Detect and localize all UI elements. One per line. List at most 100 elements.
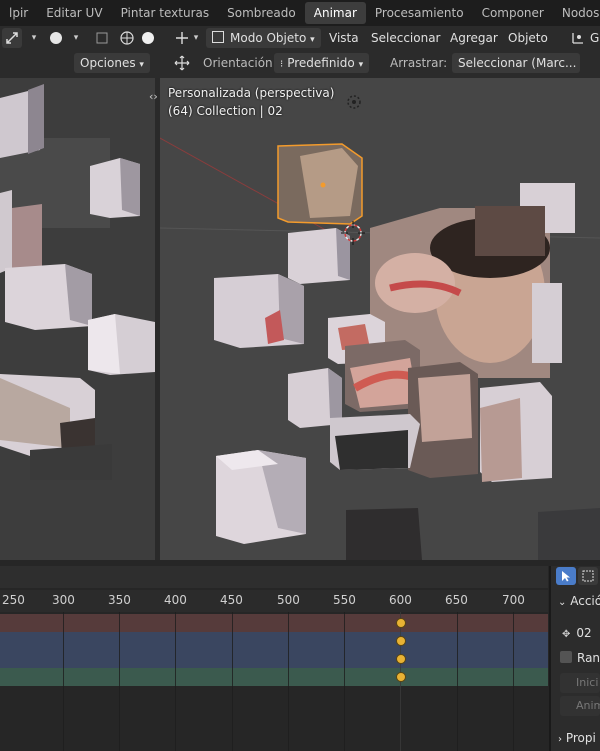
frame-gridline xyxy=(175,612,176,751)
keyframe[interactable] xyxy=(396,672,406,682)
options-label: Opciones xyxy=(80,56,136,70)
view-name: Personalizada (perspectiva) xyxy=(168,86,335,100)
frame-tick: 350 xyxy=(108,593,131,607)
cube xyxy=(538,508,600,560)
frame-tick: 400 xyxy=(164,593,187,607)
anim-field[interactable]: Anim xyxy=(560,696,600,716)
frame-gridline xyxy=(119,612,120,751)
solid-shading-icon[interactable] xyxy=(138,28,158,48)
orientation-axis-icon: ⁝ xyxy=(280,59,284,70)
chevron-down-icon[interactable]: ▾ xyxy=(186,28,206,48)
range-checkbox[interactable] xyxy=(560,651,572,663)
cube xyxy=(288,228,350,284)
wireframe-shading-icon[interactable] xyxy=(117,28,137,48)
transform-pivot-icon[interactable] xyxy=(568,28,588,48)
tab-shading[interactable]: Sombreado xyxy=(218,2,305,24)
chevron-down-icon[interactable]: ▾ xyxy=(24,28,44,48)
drag-label: Arrastrar: xyxy=(390,56,448,70)
channel-row-object[interactable] xyxy=(0,632,548,650)
frame-gridline xyxy=(513,612,514,751)
split-arrows-icon[interactable]: ‹› xyxy=(149,90,158,103)
xray-icon[interactable] xyxy=(92,28,112,48)
cube xyxy=(480,382,552,482)
menu-add[interactable]: Agregar xyxy=(450,28,498,48)
orientation-dropdown[interactable]: ⁝ Predefinido ▾ xyxy=(274,53,370,73)
frame-tick: 450 xyxy=(220,593,243,607)
properties-section-header[interactable]: › Propi xyxy=(558,731,596,745)
dope-sheet-header xyxy=(0,566,548,588)
cube xyxy=(216,450,306,544)
keyframe[interactable] xyxy=(396,654,406,664)
action-name: 02 xyxy=(576,626,592,640)
start-field[interactable]: Inici xyxy=(560,673,600,693)
main-3d-viewport[interactable]: Personalizada (perspectiva) (64) Collect… xyxy=(160,78,600,560)
keyframe[interactable] xyxy=(396,618,406,628)
orientation-value: Predefinido xyxy=(287,56,355,70)
cube xyxy=(30,444,112,480)
action-section-header[interactable]: ⌄ Acció xyxy=(558,594,600,608)
orientation-label: Orientación: xyxy=(203,56,277,70)
collection-info: (64) Collection | 02 xyxy=(168,104,283,118)
channel-row-summary[interactable] xyxy=(0,614,548,632)
tab-compositing[interactable]: Componer xyxy=(473,2,553,24)
chevron-down-icon: ▾ xyxy=(310,35,315,45)
tab-animation[interactable]: Animar xyxy=(304,2,366,24)
tab-sculpt[interactable]: lpir xyxy=(0,2,37,24)
cube xyxy=(88,314,155,375)
cube xyxy=(346,508,422,560)
start-label: Inici xyxy=(576,676,599,689)
action-icon: ✥ xyxy=(562,629,571,640)
frame-gridline xyxy=(288,612,289,751)
frame-tick: 250 xyxy=(2,593,25,607)
chevron-down-icon: ⌄ xyxy=(558,597,567,608)
action-name-field[interactable]: ✥ 02 xyxy=(562,626,592,640)
select-cursor-icon[interactable] xyxy=(556,567,576,585)
channel-row-transform[interactable] xyxy=(0,668,548,686)
tab-uv-editing[interactable]: Editar UV xyxy=(37,2,111,24)
cube xyxy=(408,362,478,478)
chevron-down-icon[interactable]: ▾ xyxy=(66,28,86,48)
chevron-down-icon: ▾ xyxy=(358,60,364,70)
mode-label: Modo Objeto xyxy=(230,31,307,45)
move-tool-icon[interactable] xyxy=(172,53,192,73)
cube xyxy=(330,414,420,470)
tool-settings-bar: Opciones ▾ Orientación: ⁝ Predefinido ▾ A… xyxy=(0,50,600,78)
options-dropdown[interactable]: Opciones ▾ xyxy=(74,53,150,73)
box-select-icon[interactable] xyxy=(578,567,598,585)
main-viewport-scene xyxy=(160,78,600,560)
header-overflow-label[interactable]: G xyxy=(590,28,599,48)
properties-label: Propi xyxy=(565,731,596,745)
frame-gridline xyxy=(344,612,345,751)
menu-select[interactable]: Seleccionar xyxy=(371,28,440,48)
action-section-label: Acció xyxy=(570,594,600,608)
menu-view[interactable]: Vista xyxy=(329,28,359,48)
cube xyxy=(0,374,95,456)
tab-geometry-nodes[interactable]: Nodos de geo xyxy=(553,2,600,24)
cube xyxy=(214,274,304,348)
chevron-down-icon: ▾ xyxy=(139,60,144,70)
anim-label: Anim xyxy=(576,699,600,712)
frame-tick: 500 xyxy=(277,593,300,607)
frame-tick: 650 xyxy=(445,593,468,607)
tab-texture-paint[interactable]: Pintar texturas xyxy=(112,2,219,24)
drag-dropdown[interactable]: Seleccionar (Marc... xyxy=(452,53,580,73)
frame-gridline xyxy=(457,612,458,751)
chevron-right-icon: › xyxy=(558,734,562,745)
current-frame-tick: 600 xyxy=(389,593,412,607)
frame-gridline xyxy=(232,612,233,751)
tab-rendering[interactable]: Procesamiento xyxy=(366,2,473,24)
sphere-shading-icon[interactable] xyxy=(46,28,66,48)
mode-dropdown[interactable]: Modo Objeto ▾ xyxy=(206,28,321,48)
left-viewport-scene xyxy=(0,78,155,560)
range-label: Rang xyxy=(577,651,600,665)
object-mode-icon xyxy=(212,31,224,43)
keyframe[interactable] xyxy=(396,636,406,646)
frame-tick: 550 xyxy=(333,593,356,607)
frame-tick: 700 xyxy=(502,593,525,607)
frame-tick: 300 xyxy=(52,593,75,607)
left-3d-viewport[interactable] xyxy=(0,78,155,560)
menu-object[interactable]: Objeto xyxy=(508,28,548,48)
transform-tool-icon[interactable] xyxy=(2,28,22,48)
cube xyxy=(90,158,140,218)
channel-row-action[interactable] xyxy=(0,650,548,668)
